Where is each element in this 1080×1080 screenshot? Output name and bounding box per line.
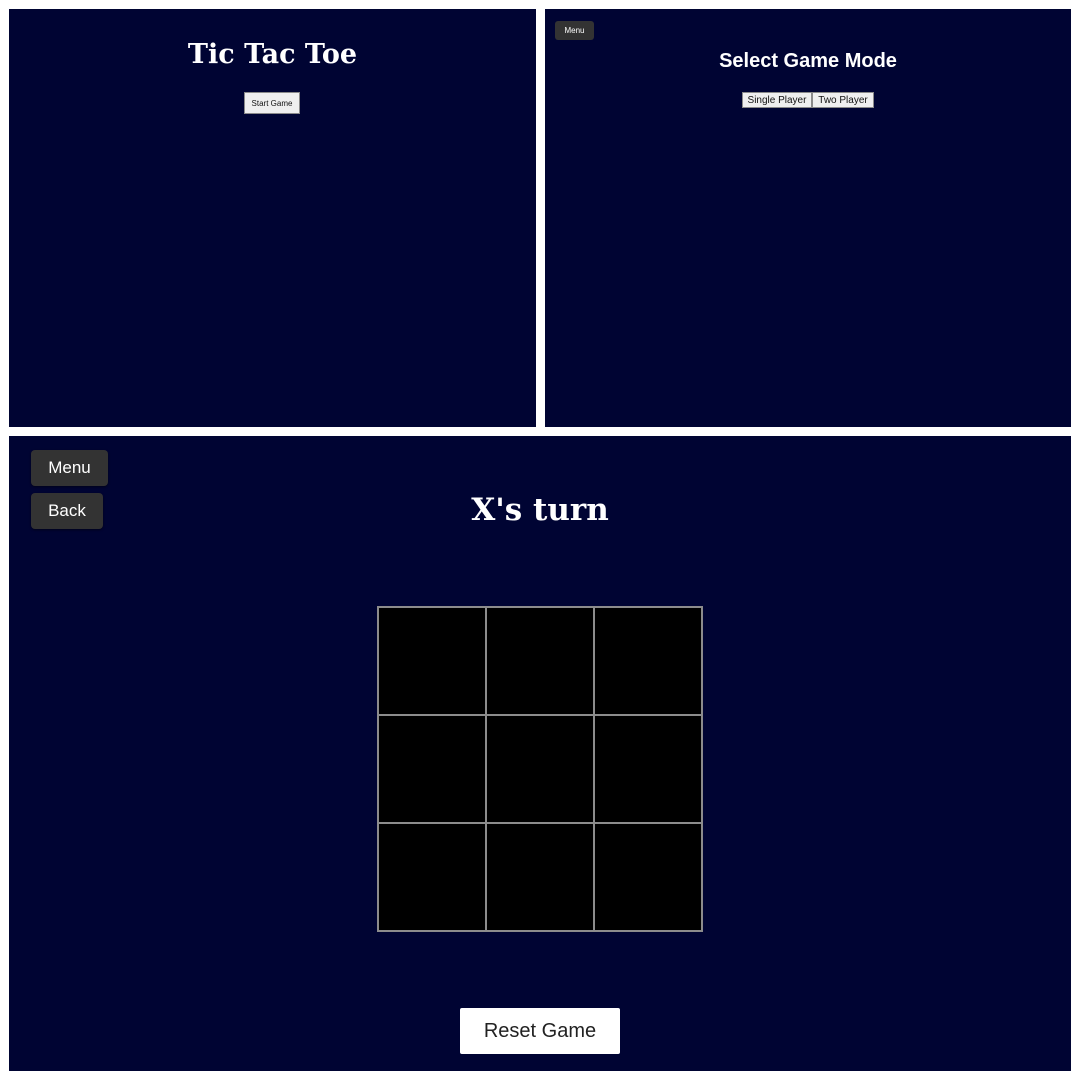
board-cell[interactable]: [378, 607, 486, 715]
board-cell[interactable]: [378, 715, 486, 823]
start-game-button[interactable]: Start Game: [244, 92, 300, 114]
single-player-button[interactable]: Single Player: [742, 92, 812, 108]
turn-indicator: X's turn: [471, 492, 609, 528]
reset-game-button[interactable]: Reset Game: [460, 1008, 620, 1054]
board-cell[interactable]: [486, 715, 594, 823]
board-cell[interactable]: [594, 823, 702, 931]
menu-button[interactable]: Menu: [31, 450, 108, 486]
board-cell[interactable]: [594, 607, 702, 715]
game-board-panel: Menu Back X's turn Reset Game: [9, 436, 1071, 1071]
board-cell[interactable]: [486, 823, 594, 931]
board-cell[interactable]: [378, 823, 486, 931]
mode-select-panel: Menu Select Game Mode Single Player Two …: [545, 9, 1071, 427]
title-screen-panel: Tic Tac Toe Start Game: [9, 9, 536, 427]
two-player-button[interactable]: Two Player: [812, 92, 874, 108]
mode-select-heading: Select Game Mode: [719, 50, 897, 72]
board-cell[interactable]: [594, 715, 702, 823]
game-board: [377, 606, 703, 932]
menu-button[interactable]: Menu: [555, 21, 594, 40]
board-cell[interactable]: [486, 607, 594, 715]
game-title: Tic Tac Toe: [187, 39, 358, 70]
